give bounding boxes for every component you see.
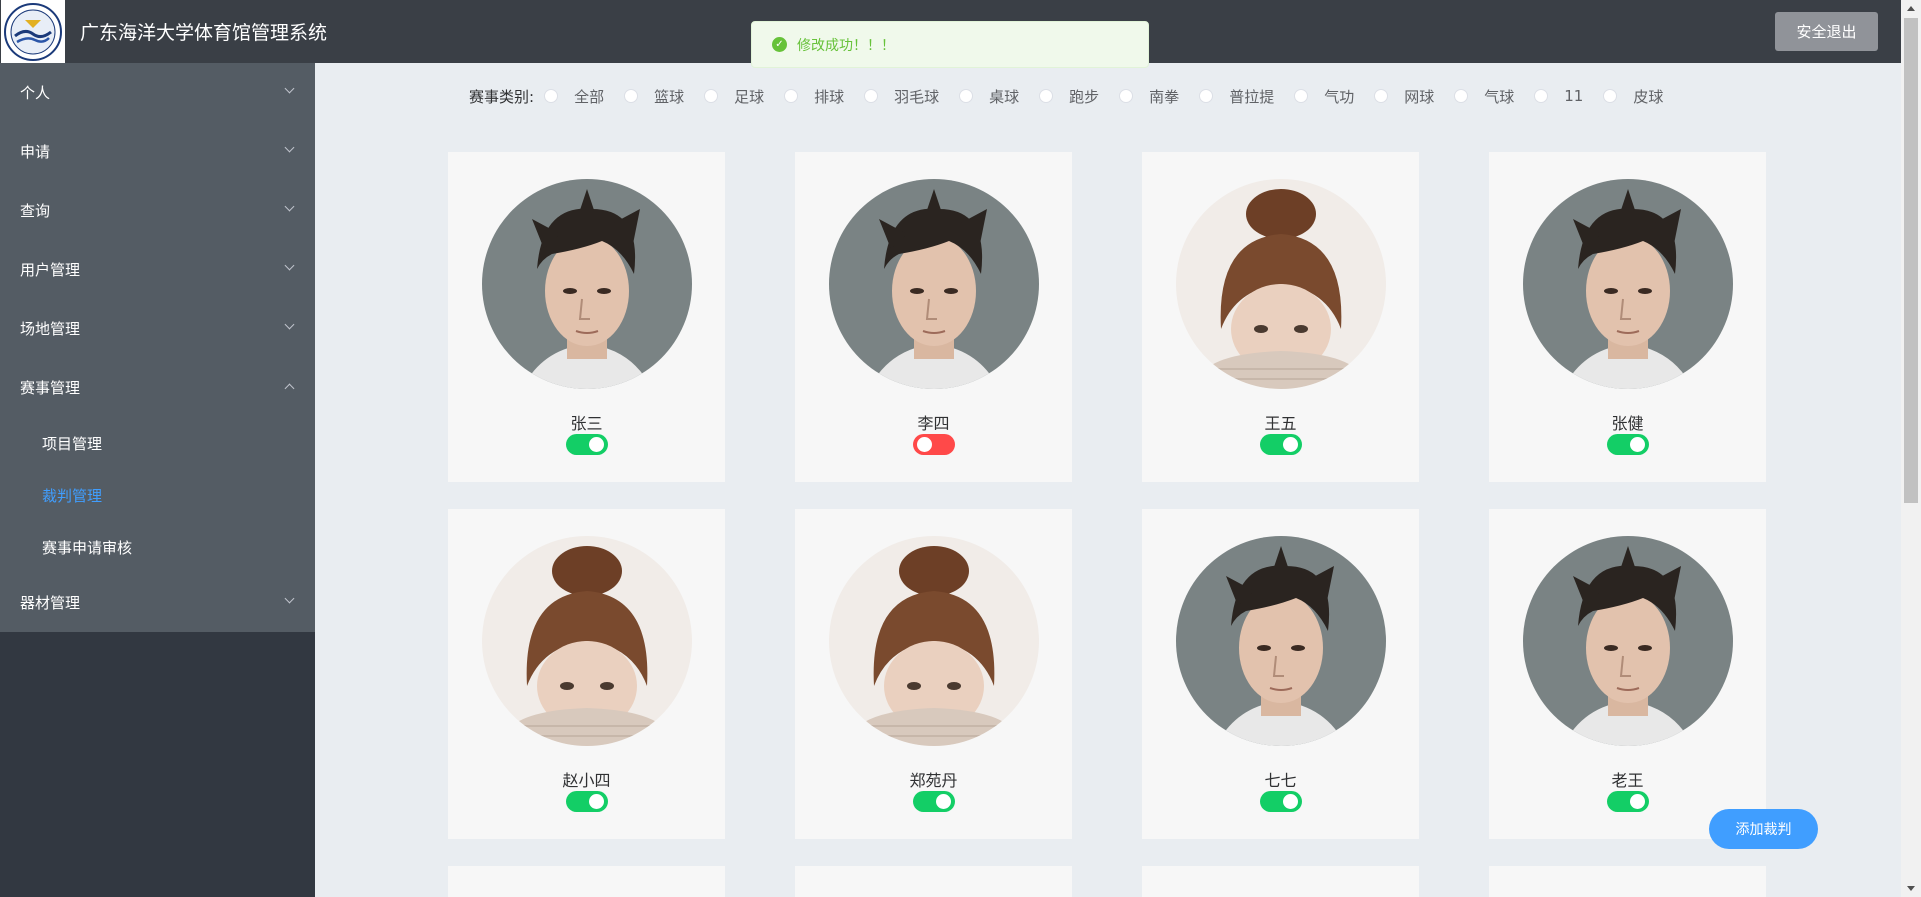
referee-card: 郑苑丹 xyxy=(795,509,1072,839)
scroll-thumb[interactable] xyxy=(1904,18,1918,503)
toggle-knob xyxy=(1630,794,1645,809)
toggle-knob xyxy=(917,437,932,452)
referee-avatar xyxy=(1176,536,1386,746)
referee-card: 王五 xyxy=(1142,152,1419,482)
referee-card: 李四 xyxy=(795,152,1072,482)
toggle-knob xyxy=(1630,437,1645,452)
referee-status-toggle[interactable] xyxy=(566,434,608,455)
toggle-knob xyxy=(936,794,951,809)
referee-card: 七七 xyxy=(1142,509,1419,839)
referee-avatar xyxy=(1523,179,1733,389)
referee-card: 张健 xyxy=(1489,152,1766,482)
referee-name: 七七 xyxy=(1264,771,1297,790)
referee-name: 李四 xyxy=(917,414,950,433)
toggle-knob xyxy=(1283,794,1298,809)
toast-message: 修改成功！！！ xyxy=(797,37,895,54)
referee-card-partial xyxy=(1489,866,1766,897)
add-referee-button[interactable]: 添加裁判 xyxy=(1709,809,1818,849)
referee-card-grid: 张三 李四 王五 张健 赵小四 郑苑丹 七七 老王 xyxy=(0,0,1921,897)
referee-avatar xyxy=(1523,536,1733,746)
referee-card: 老王 xyxy=(1489,509,1766,839)
referee-avatar xyxy=(482,179,692,389)
referee-avatar xyxy=(482,536,692,746)
referee-status-toggle[interactable] xyxy=(913,791,955,812)
referee-status-toggle[interactable] xyxy=(1607,791,1649,812)
referee-card-partial xyxy=(1142,866,1419,897)
referee-status-toggle[interactable] xyxy=(913,434,955,455)
referee-status-toggle[interactable] xyxy=(1260,791,1302,812)
referee-avatar xyxy=(829,179,1039,389)
toggle-knob xyxy=(589,437,604,452)
page-scrollbar[interactable] xyxy=(1901,0,1921,897)
referee-avatar xyxy=(829,536,1039,746)
referee-avatar xyxy=(1176,179,1386,389)
scroll-down-arrow-icon[interactable] xyxy=(1907,886,1915,891)
referee-name: 老王 xyxy=(1611,771,1644,790)
referee-status-toggle[interactable] xyxy=(566,791,608,812)
referee-status-toggle[interactable] xyxy=(1607,434,1649,455)
referee-name: 张健 xyxy=(1611,414,1644,433)
toggle-knob xyxy=(589,794,604,809)
referee-card: 张三 xyxy=(448,152,725,482)
referee-name: 郑苑丹 xyxy=(909,771,958,790)
referee-card: 赵小四 xyxy=(448,509,725,839)
referee-name: 赵小四 xyxy=(562,771,611,790)
referee-name: 王五 xyxy=(1264,414,1297,433)
referee-card-partial xyxy=(795,866,1072,897)
scroll-up-arrow-icon[interactable] xyxy=(1907,6,1915,11)
check-circle-icon: ✓ xyxy=(772,37,787,52)
referee-status-toggle[interactable] xyxy=(1260,434,1302,455)
toggle-knob xyxy=(1283,437,1298,452)
success-toast: ✓ 修改成功！！！ xyxy=(751,21,1149,68)
referee-card-partial xyxy=(448,866,725,897)
referee-name: 张三 xyxy=(570,414,603,433)
